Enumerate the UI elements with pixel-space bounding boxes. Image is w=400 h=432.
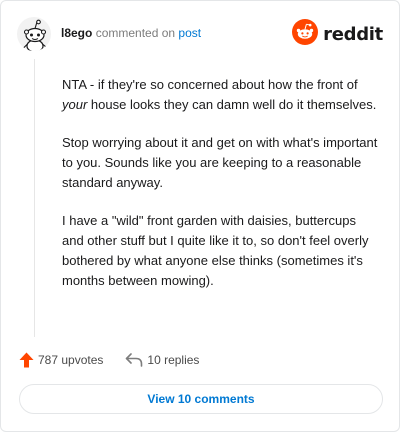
post-link[interactable]: post	[178, 26, 201, 40]
reddit-wordmark: reddit	[323, 23, 383, 45]
reply-count: 10 replies	[147, 353, 200, 367]
paragraph-text: NTA - if they're so concerned about how …	[62, 77, 358, 92]
byline: l8ego commented on post	[61, 26, 201, 40]
reddit-snoo-icon	[292, 18, 319, 50]
comment-paragraph: NTA - if they're so concerned about how …	[62, 75, 380, 115]
username[interactable]: l8ego	[61, 26, 92, 40]
upvote-button[interactable]: 787 upvotes	[19, 352, 103, 368]
snoo-avatar-icon[interactable]	[17, 17, 51, 51]
upvote-count: 787 upvotes	[38, 353, 104, 367]
comment-body: NTA - if they're so concerned about how …	[62, 75, 380, 309]
comment-paragraph: Stop worrying about it and get on with w…	[62, 135, 378, 190]
reply-arrow-icon	[125, 353, 143, 367]
paragraph-text: house looks they can damn well do it the…	[87, 97, 377, 112]
view-comments-button[interactable]: View 10 comments	[19, 384, 383, 414]
reddit-logo[interactable]: reddit	[292, 17, 383, 51]
comment-header: l8ego commented on post reddit	[17, 17, 383, 51]
thread-line[interactable]	[34, 59, 35, 337]
comment-actions: 787 upvotes 10 replies	[19, 350, 199, 370]
comment-card: l8ego commented on post reddit NTA - if …	[0, 0, 400, 432]
emphasis-text: your	[62, 97, 88, 112]
upvote-arrow-icon	[19, 352, 34, 368]
replies-button[interactable]: 10 replies	[125, 353, 199, 367]
action-text: commented on	[95, 26, 176, 40]
comment-paragraph: I have a "wild" front garden with daisie…	[62, 213, 369, 288]
